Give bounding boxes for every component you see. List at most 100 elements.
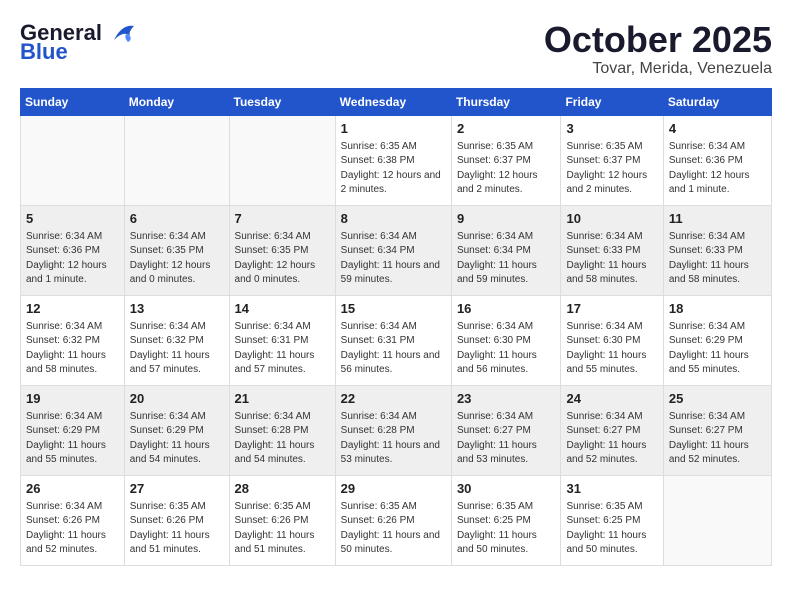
calendar-cell: 11 Sunrise: 6:34 AMSunset: 6:33 PMDayligh… [663, 205, 771, 295]
col-saturday: Saturday [663, 88, 771, 115]
day-number: 15 [341, 300, 446, 318]
day-details: Sunrise: 6:34 AMSunset: 6:35 PMDaylight:… [235, 230, 330, 288]
day-details: Sunrise: 6:34 AMSunset: 6:31 PMDaylight:… [341, 320, 446, 378]
col-sunday: Sunday [21, 88, 125, 115]
day-details: Sunrise: 6:34 AMSunset: 6:27 PMDaylight:… [566, 410, 657, 468]
col-monday: Monday [124, 88, 229, 115]
day-details: Sunrise: 6:35 AMSunset: 6:25 PMDaylight:… [566, 500, 657, 558]
calendar-cell: 12Sunrise: 6:34 AMSunset: 6:32 PMDayligh… [21, 295, 125, 385]
day-number: 19 [26, 390, 119, 408]
col-wednesday: Wednesday [335, 88, 451, 115]
day-details: Sunrise: 6:34 AMSunset: 6:30 PMDaylight:… [566, 320, 657, 378]
logo-bird-icon [104, 22, 136, 44]
day-details: Sunrise: 6:34 AMSunset: 6:33 PMDaylight:… [566, 230, 657, 288]
calendar-cell: 28 Sunrise: 6:35 AMSunset: 6:26 PMDayligh… [229, 475, 335, 565]
calendar-cell: 31 Sunrise: 6:35 AMSunset: 6:25 PMDayligh… [561, 475, 663, 565]
day-details: Sunrise: 6:34 AMSunset: 6:33 PMDaylight:… [669, 230, 766, 288]
day-number: 31 [566, 480, 657, 498]
day-details: Sunrise: 6:34 AMSunset: 6:32 PMDaylight:… [130, 320, 224, 378]
calendar-cell: 6Sunrise: 6:34 AMSunset: 6:35 PMDaylight… [124, 205, 229, 295]
calendar-cell: 2 Sunrise: 6:35 AMSunset: 6:37 PMDaylight… [451, 115, 561, 205]
calendar-cell: 16Sunrise: 6:34 AMSunset: 6:30 PMDayligh… [451, 295, 561, 385]
calendar-cell: 21 Sunrise: 6:34 AMSunset: 6:28 PMDayligh… [229, 385, 335, 475]
day-details: Sunrise: 6:34 AMSunset: 6:34 PMDaylight:… [341, 230, 446, 288]
day-number: 1 [341, 120, 446, 138]
day-number: 10 [566, 210, 657, 228]
day-number: 11 [669, 210, 766, 228]
day-number: 4 [669, 120, 766, 138]
calendar-cell: 15 Sunrise: 6:34 AMSunset: 6:31 PMDayligh… [335, 295, 451, 385]
day-details: Sunrise: 6:34 AMSunset: 6:34 PMDaylight:… [457, 230, 556, 288]
day-details: Sunrise: 6:34 AMSunset: 6:35 PMDaylight:… [130, 230, 224, 288]
day-details: Sunrise: 6:34 AMSunset: 6:28 PMDaylight:… [235, 410, 330, 468]
day-details: Sunrise: 6:35 AMSunset: 6:38 PMDaylight:… [341, 140, 446, 198]
day-number: 28 [235, 480, 330, 498]
calendar-cell: 27Sunrise: 6:35 AMSunset: 6:26 PMDayligh… [124, 475, 229, 565]
day-number: 24 [566, 390, 657, 408]
calendar-cell: 13 Sunrise: 6:34 AMSunset: 6:32 PMDayligh… [124, 295, 229, 385]
calendar-week-row: 1 Sunrise: 6:35 AMSunset: 6:38 PMDaylight… [21, 115, 772, 205]
calendar-cell: 10 Sunrise: 6:34 AMSunset: 6:33 PMDayligh… [561, 205, 663, 295]
day-details: Sunrise: 6:34 AMSunset: 6:30 PMDaylight:… [457, 320, 556, 378]
day-number: 2 [457, 120, 556, 138]
day-number: 14 [235, 300, 330, 318]
day-details: Sunrise: 6:35 AMSunset: 6:26 PMDaylight:… [130, 500, 224, 558]
day-details: Sunrise: 6:34 AMSunset: 6:29 PMDaylight:… [26, 410, 119, 468]
logo-blue: Blue [20, 42, 68, 62]
calendar-cell: 3 Sunrise: 6:35 AMSunset: 6:37 PMDaylight… [561, 115, 663, 205]
day-details: Sunrise: 6:34 AMSunset: 6:26 PMDaylight:… [26, 500, 119, 558]
calendar-cell: 17 Sunrise: 6:34 AMSunset: 6:30 PMDayligh… [561, 295, 663, 385]
header-row: Sunday Monday Tuesday Wednesday Thursday… [21, 88, 772, 115]
calendar-cell: 1 Sunrise: 6:35 AMSunset: 6:38 PMDaylight… [335, 115, 451, 205]
calendar-cell [229, 115, 335, 205]
day-details: Sunrise: 6:35 AMSunset: 6:26 PMDaylight:… [235, 500, 330, 558]
day-details: Sunrise: 6:34 AMSunset: 6:28 PMDaylight:… [341, 410, 446, 468]
day-number: 18 [669, 300, 766, 318]
col-friday: Friday [561, 88, 663, 115]
calendar-table: Sunday Monday Tuesday Wednesday Thursday… [20, 88, 772, 566]
calendar-week-row: 12Sunrise: 6:34 AMSunset: 6:32 PMDayligh… [21, 295, 772, 385]
day-number: 20 [130, 390, 224, 408]
calendar-cell: 24 Sunrise: 6:34 AMSunset: 6:27 PMDayligh… [561, 385, 663, 475]
calendar-cell: 26 Sunrise: 6:34 AMSunset: 6:26 PMDayligh… [21, 475, 125, 565]
day-number: 29 [341, 480, 446, 498]
calendar-cell: 7Sunrise: 6:34 AMSunset: 6:35 PMDaylight… [229, 205, 335, 295]
day-details: Sunrise: 6:34 AMSunset: 6:27 PMDaylight:… [669, 410, 766, 468]
col-thursday: Thursday [451, 88, 561, 115]
day-number: 5 [26, 210, 119, 228]
day-details: Sunrise: 6:35 AMSunset: 6:37 PMDaylight:… [566, 140, 657, 198]
calendar-cell: 8 Sunrise: 6:34 AMSunset: 6:34 PMDaylight… [335, 205, 451, 295]
calendar-cell: 4 Sunrise: 6:34 AMSunset: 6:36 PMDaylight… [663, 115, 771, 205]
day-number: 9 [457, 210, 556, 228]
page-subtitle: Tovar, Merida, Venezuela [544, 60, 772, 78]
day-number: 17 [566, 300, 657, 318]
day-details: Sunrise: 6:34 AMSunset: 6:29 PMDaylight:… [130, 410, 224, 468]
day-details: Sunrise: 6:35 AMSunset: 6:25 PMDaylight:… [457, 500, 556, 558]
day-details: Sunrise: 6:35 AMSunset: 6:37 PMDaylight:… [457, 140, 556, 198]
calendar-cell: 25 Sunrise: 6:34 AMSunset: 6:27 PMDayligh… [663, 385, 771, 475]
day-details: Sunrise: 6:35 AMSunset: 6:26 PMDaylight:… [341, 500, 446, 558]
day-details: Sunrise: 6:34 AMSunset: 6:36 PMDaylight:… [26, 230, 119, 288]
calendar-cell: 9 Sunrise: 6:34 AMSunset: 6:34 PMDaylight… [451, 205, 561, 295]
day-number: 21 [235, 390, 330, 408]
title-area: October 2025 Tovar, Merida, Venezuela [544, 20, 772, 78]
day-details: Sunrise: 6:34 AMSunset: 6:27 PMDaylight:… [457, 410, 556, 468]
day-number: 25 [669, 390, 766, 408]
calendar-cell: 22Sunrise: 6:34 AMSunset: 6:28 PMDayligh… [335, 385, 451, 475]
calendar-cell [21, 115, 125, 205]
calendar-cell: 20 Sunrise: 6:34 AMSunset: 6:29 PMDayligh… [124, 385, 229, 475]
day-number: 26 [26, 480, 119, 498]
calendar-cell: 30 Sunrise: 6:35 AMSunset: 6:25 PMDayligh… [451, 475, 561, 565]
day-details: Sunrise: 6:34 AMSunset: 6:36 PMDaylight:… [669, 140, 766, 198]
calendar-cell: 18Sunrise: 6:34 AMSunset: 6:29 PMDayligh… [663, 295, 771, 385]
day-number: 3 [566, 120, 657, 138]
day-details: Sunrise: 6:34 AMSunset: 6:31 PMDaylight:… [235, 320, 330, 378]
calendar-cell: 23Sunrise: 6:34 AMSunset: 6:27 PMDayligh… [451, 385, 561, 475]
calendar-week-row: 19 Sunrise: 6:34 AMSunset: 6:29 PMDayligh… [21, 385, 772, 475]
day-number: 30 [457, 480, 556, 498]
page-header: General Blue October 2025 Tovar, Merida,… [20, 20, 772, 78]
calendar-cell: 29 Sunrise: 6:35 AMSunset: 6:26 PMDayligh… [335, 475, 451, 565]
day-number: 8 [341, 210, 446, 228]
day-number: 13 [130, 300, 224, 318]
calendar-cell [124, 115, 229, 205]
